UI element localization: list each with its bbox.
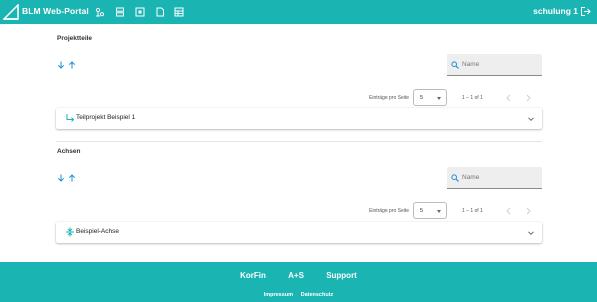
logout-icon[interactable]	[580, 6, 591, 17]
document-icon[interactable]	[154, 6, 165, 17]
footer-link-support[interactable]: Support	[326, 271, 357, 280]
dropdown-caret-icon	[437, 97, 441, 100]
achsen-search-input[interactable]	[462, 174, 532, 181]
server-icon[interactable]	[114, 6, 125, 17]
blm-logo-icon[interactable]	[3, 4, 19, 20]
chevron-down-icon[interactable]	[527, 229, 535, 237]
page-size-value: 5	[420, 208, 424, 214]
projektteile-search[interactable]	[447, 54, 542, 76]
page-range: 1 – 1 of 1	[462, 95, 483, 101]
projektteil-item-label: Teilprojekt Beispiel 1	[76, 114, 136, 121]
previous-page-icon[interactable]	[504, 93, 514, 103]
user-name[interactable]: schulung 1	[533, 6, 578, 16]
page-size-select[interactable]: 5	[413, 202, 447, 219]
people-hierarchy-icon[interactable]	[94, 6, 105, 17]
footer-link-korfin[interactable]: KorFin	[240, 271, 266, 280]
next-page-icon[interactable]	[523, 93, 533, 103]
sort-descending-icon[interactable]	[57, 174, 65, 182]
page-size-label: Einträge pro Seite	[369, 95, 410, 101]
footer-legal: Impressum Datenschutz	[0, 292, 597, 298]
sort-ascending-icon[interactable]	[68, 61, 76, 69]
footer: KorFin A+S Support Impressum Datenschutz	[0, 262, 597, 302]
subdirectory-arrow-icon	[66, 114, 75, 122]
sort-descending-icon[interactable]	[57, 61, 65, 69]
achsen-sort	[57, 174, 76, 182]
projektteil-item[interactable]: Teilprojekt Beispiel 1	[56, 108, 542, 129]
achse-item-label: Beispiel-Achse	[76, 228, 119, 235]
projektteile-search-input[interactable]	[462, 61, 532, 68]
footer-link-datenschutz[interactable]: Datenschutz	[301, 292, 334, 298]
dropdown-caret-icon	[437, 210, 441, 213]
achsen-pager: Einträge pro Seite 5 1 – 1 of 1	[0, 202, 597, 222]
achsen-search[interactable]	[447, 167, 542, 189]
top-bar: BLM Web-Portal schulung 1	[0, 0, 597, 24]
page-range: 1 – 1 of 1	[462, 208, 483, 214]
search-icon	[451, 173, 459, 182]
sort-ascending-icon[interactable]	[68, 174, 76, 182]
section-divider	[56, 141, 542, 142]
next-page-icon[interactable]	[523, 206, 533, 216]
footer-link-impressum[interactable]: Impressum	[264, 292, 293, 298]
page-size-select[interactable]: 5	[413, 89, 447, 106]
table-icon[interactable]	[173, 6, 184, 17]
page-size-label: Einträge pro Seite	[369, 208, 410, 214]
previous-page-icon[interactable]	[504, 206, 514, 216]
footer-link-as[interactable]: A+S	[288, 271, 304, 280]
page-size-value: 5	[420, 95, 424, 101]
search-icon	[451, 60, 459, 69]
achse-item[interactable]: Beispiel-Achse	[56, 222, 542, 243]
chevron-down-icon[interactable]	[527, 115, 535, 123]
projektteile-title: Projektteile	[57, 35, 93, 42]
box-icon[interactable]	[134, 6, 145, 17]
footer-links: KorFin A+S Support	[0, 271, 597, 280]
achsen-title: Achsen	[57, 148, 81, 155]
projektteile-pager: Einträge pro Seite 5 1 – 1 of 1	[0, 89, 597, 109]
app-title[interactable]: BLM Web-Portal	[22, 6, 89, 16]
projektteile-sort	[57, 61, 76, 69]
vertical-split-icon	[66, 227, 74, 237]
